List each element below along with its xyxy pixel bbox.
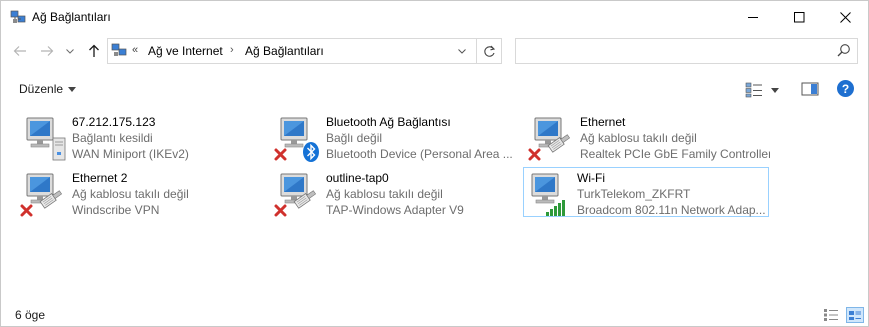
close-button[interactable]	[822, 1, 868, 33]
network-connections-icon	[111, 42, 127, 58]
change-view-button[interactable]	[745, 81, 785, 99]
breadcrumb-network-connections[interactable]: Ağ Bağlantıları	[245, 44, 324, 58]
close-icon	[839, 11, 851, 23]
ethernet-disconnected-icon	[274, 173, 317, 217]
navigation-bar: « Ağ ve Internet › Ağ Bağlantıları	[1, 33, 868, 69]
connection-device: TAP-Windows Adapter V9	[326, 203, 464, 217]
connections-list: 67.212.175.123 Bağlantı kesildi WAN Minipo…	[1, 109, 868, 299]
refresh-button[interactable]	[476, 39, 502, 63]
item-count: 6 öge	[15, 308, 46, 322]
arrow-up-icon	[89, 44, 99, 57]
wifi-connected-icon	[531, 173, 565, 216]
search-icon[interactable]	[837, 43, 851, 57]
arrow-left-icon	[13, 46, 26, 56]
chevron-down-icon	[771, 87, 779, 93]
breadcrumb-separator[interactable]: ›	[230, 44, 234, 56]
minimize-button[interactable]	[730, 1, 776, 33]
title-bar: Ağ Bağlantıları	[1, 1, 868, 33]
view-options-icon	[745, 82, 762, 98]
search-input[interactable]	[515, 38, 858, 64]
ethernet-disconnected-icon	[528, 117, 571, 161]
window: Ağ Bağlantıları « Ağ ve Internet › Ağ Ba…	[0, 0, 869, 327]
address-dropdown-button[interactable]	[448, 39, 475, 63]
chevron-down-icon	[68, 86, 77, 92]
command-bar: Düzenle ?	[1, 73, 868, 105]
connection-name: Ethernet 2	[72, 171, 128, 185]
connection-name: 67.212.175.123	[72, 115, 156, 129]
connection-device: Bluetooth Device (Personal Area ...	[326, 147, 513, 161]
back-button[interactable]	[9, 41, 31, 61]
connection-item[interactable]: Ethernet 2 Ağ kablosu takılı değil Windscr…	[18, 167, 264, 217]
chevron-down-icon	[458, 48, 466, 54]
preview-pane-button[interactable]	[801, 81, 819, 100]
connection-status: Bağlı değil	[326, 131, 383, 145]
tiles-view-icon[interactable]	[846, 307, 864, 323]
chevron-down-icon	[66, 48, 74, 54]
window-title: Ağ Bağlantıları	[32, 10, 111, 24]
connection-item[interactable]: 67.212.175.123 Bağlantı kesildi WAN Minipo…	[18, 111, 264, 161]
connection-status: Bağlantı kesildi	[72, 131, 153, 145]
connection-item[interactable]: Bluetooth Ağ Bağlantısı Bağlı değil Blueto…	[272, 111, 518, 162]
connection-name: Ethernet	[580, 115, 626, 129]
forward-button[interactable]	[36, 41, 58, 61]
status-bar: 6 öge	[1, 305, 868, 326]
connection-status: TurkTelekom_ZKFRT	[577, 187, 691, 201]
maximize-icon	[793, 11, 804, 22]
connection-device: Broadcom 802.11n Network Adap...	[577, 203, 766, 217]
preview-pane-icon	[801, 82, 819, 96]
connection-status: Ağ kablosu takılı değil	[580, 131, 697, 145]
organize-button[interactable]: Düzenle	[19, 82, 77, 96]
connection-status: Ağ kablosu takılı değil	[72, 187, 189, 201]
details-view-icon[interactable]	[823, 308, 839, 322]
ethernet-disconnected-icon	[20, 173, 63, 217]
connection-status: Ağ kablosu takılı değil	[326, 187, 443, 201]
organize-label: Düzenle	[19, 82, 64, 96]
connection-device: WAN Miniport (IKEv2)	[72, 147, 189, 161]
help-button[interactable]: ?	[837, 80, 854, 97]
connection-item[interactable]: Ethernet Ağ kablosu takılı değil Realtek P…	[526, 111, 772, 161]
up-button[interactable]	[83, 41, 105, 61]
connection-device: Realtek PCIe GbE Family Controller	[580, 147, 770, 161]
connection-device: Windscribe VPN	[72, 203, 160, 217]
connection-item[interactable]: outline-tap0 Ağ kablosu takılı değil TAP-W…	[272, 167, 518, 217]
breadcrumb-network-internet[interactable]: Ağ ve Internet	[148, 44, 223, 58]
connection-name: Wi-Fi	[577, 171, 605, 185]
connection-item[interactable]: Wi-Fi TurkTelekom_ZKFRT Broadcom 802.11n N…	[523, 167, 769, 217]
connection-name: Bluetooth Ağ Bağlantısı	[326, 115, 451, 129]
arrow-right-icon	[41, 46, 54, 56]
breadcrumb-overflow[interactable]: «	[132, 44, 138, 56]
bluetooth-network-icon	[274, 117, 319, 162]
minimize-icon	[747, 16, 758, 18]
recent-locations-button[interactable]	[63, 41, 77, 61]
vpn-connection-icon	[26, 117, 66, 161]
refresh-icon	[484, 45, 496, 57]
connection-name: outline-tap0	[326, 171, 389, 185]
maximize-button[interactable]	[776, 1, 822, 33]
network-connections-icon	[10, 9, 26, 25]
address-bar[interactable]: « Ağ ve Internet › Ağ Bağlantıları	[107, 38, 502, 64]
